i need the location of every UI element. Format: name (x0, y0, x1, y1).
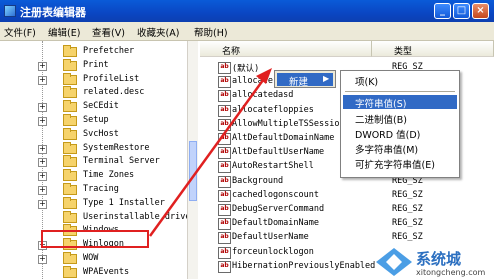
watermark-brand: 系统城 (416, 250, 461, 268)
watermark-url: xitongcheng.com (416, 268, 486, 277)
watermark-logo: 系统城 xitongcheng.com (376, 248, 486, 277)
annotation-arrow (148, 68, 272, 237)
